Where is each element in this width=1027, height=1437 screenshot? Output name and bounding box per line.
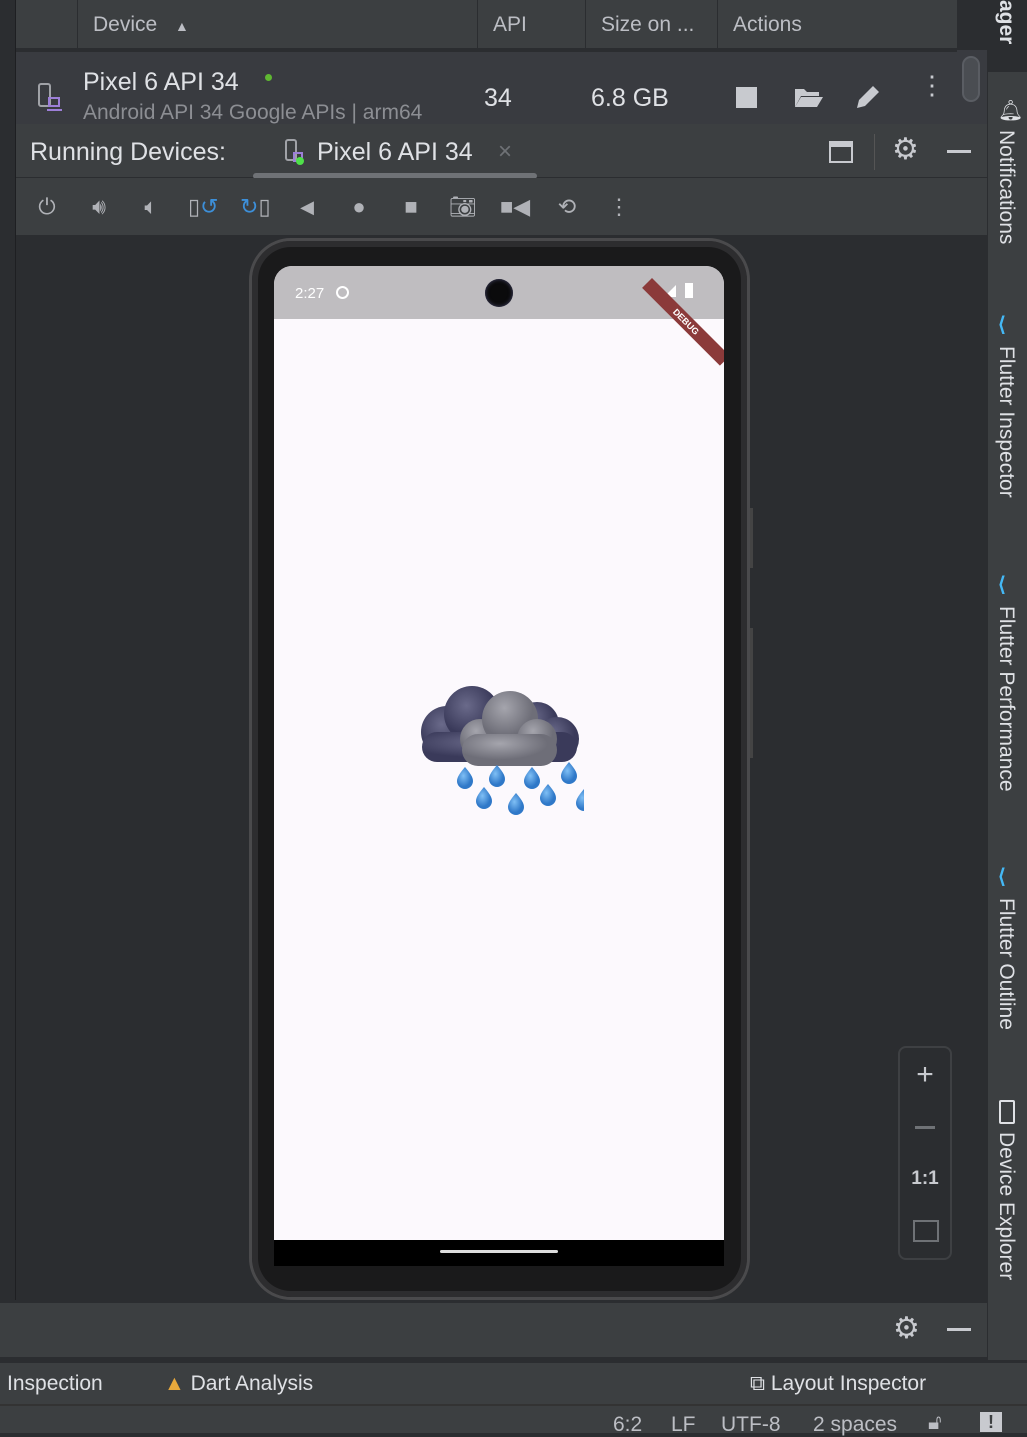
zoom-in-button[interactable]: + — [900, 1058, 950, 1092]
flutter-performance-tab[interactable]: Flutter Performance — [994, 606, 1018, 792]
line-separator[interactable]: LF — [671, 1413, 696, 1437]
phone-device-icon — [285, 139, 304, 165]
minimize-icon[interactable] — [947, 1328, 971, 1331]
home-icon[interactable]: ● — [344, 192, 374, 222]
left-strip — [0, 0, 16, 1300]
close-tab-icon[interactable]: × — [498, 138, 512, 166]
screenshot-icon[interactable]: 📷︎ — [448, 192, 478, 222]
snapshot-icon[interactable]: ⟲ — [552, 192, 582, 222]
file-encoding[interactable]: UTF-8 — [721, 1413, 781, 1437]
cursor-position[interactable]: 6:2 — [613, 1413, 642, 1437]
rotate-left-icon[interactable]: ▯↺ — [188, 192, 219, 222]
stop-icon[interactable] — [736, 87, 757, 108]
screen-record-icon[interactable]: ■◀ — [500, 192, 530, 222]
device-name: Pixel 6 API 34 — [83, 68, 239, 96]
running-devices-header: Running Devices: Pixel 6 API 34 × ⚙ — [16, 124, 987, 179]
more-icon[interactable]: ⋮ — [604, 192, 634, 222]
column-actions[interactable]: Actions — [717, 0, 957, 48]
volume-down-icon[interactable]: 🔈︎ — [136, 192, 166, 222]
dart-analysis-tab[interactable]: ▲ Dart Analysis — [164, 1372, 313, 1396]
device-tab[interactable]: Pixel 6 API 34 × — [253, 124, 541, 179]
flutter-inspector-tab[interactable]: Flutter Inspector — [994, 346, 1018, 498]
power-button — [750, 508, 753, 568]
device-tab-label: Pixel 6 API 34 — [317, 138, 473, 166]
device-size: 6.8 GB — [591, 84, 669, 112]
lock-icon[interactable]: 🔓︎ — [928, 1411, 942, 1435]
scrollbar-thumb[interactable] — [962, 56, 980, 102]
phone-device-icon — [38, 83, 62, 111]
tool-window-bar: Inspection ▲ Dart Analysis ⧉ Layout Insp… — [0, 1360, 1027, 1404]
device-table-header: Device ▲ API Size on ... Actions — [16, 0, 957, 50]
zoom-out-button[interactable] — [915, 1126, 935, 1129]
window-layout-icon[interactable] — [829, 141, 853, 163]
device-subtitle: Android API 34 Google APIs | arm64 — [83, 101, 423, 124]
more-icon[interactable]: ⋮ — [919, 72, 945, 98]
android-status-bar: 2:27 ▼ DEBUG — [274, 266, 724, 366]
power-icon[interactable]: ⏻ — [32, 192, 62, 222]
volume-button — [750, 628, 753, 758]
flutter-icon: ⟨ — [998, 574, 1006, 596]
minimize-icon[interactable] — [947, 150, 971, 153]
layout-inspector-icon: ⧉ — [750, 1372, 765, 1395]
overview-icon[interactable]: ■ — [396, 192, 426, 222]
device-explorer-icon — [999, 1100, 1015, 1124]
device-api: 34 — [484, 84, 512, 112]
debug-banner: DEBUG — [642, 278, 724, 366]
column-size[interactable]: Size on ... — [585, 0, 717, 48]
indent-setting[interactable]: 2 spaces — [813, 1413, 897, 1437]
clock: 2:27 — [295, 285, 325, 302]
bottom-panel-header: ⚙ — [0, 1302, 987, 1357]
device-explorer-tab[interactable]: Device Explorer — [994, 1132, 1018, 1280]
flutter-icon: ⟨ — [998, 314, 1006, 336]
folder-open-icon[interactable] — [794, 86, 824, 108]
device-row[interactable]: Pixel 6 API 34 Android API 34 Google API… — [16, 52, 957, 124]
flutter-outline-tab[interactable]: Flutter Outline — [994, 898, 1018, 1030]
divider — [874, 134, 875, 170]
emulator-toolbar: ⏻ 🔊︎ 🔈︎ ▯↺ ↻▯ ◀ ● ■ 📷︎ ■◀ ⟲ ⋮ — [16, 178, 987, 236]
right-tool-strip: ager 🔔︎ Notifications ⟨ Flutter Inspecto… — [987, 0, 1027, 1360]
back-icon[interactable]: ◀ — [292, 192, 322, 222]
column-api[interactable]: API — [477, 0, 585, 48]
emulator-screen[interactable]: 2:27 ▼ DEBUG — [274, 266, 724, 1266]
device-manager-tab[interactable]: ager — [988, 0, 1027, 72]
inspection-tab[interactable]: Inspection — [0, 1372, 103, 1396]
rain-cloud-image — [421, 686, 584, 815]
gear-icon[interactable]: ⚙ — [892, 132, 919, 167]
dart-analysis-icon: ▲ — [164, 1372, 185, 1395]
bell-icon: 🔔︎ — [998, 100, 1024, 122]
actual-size-button[interactable]: 1:1 — [900, 1168, 950, 1190]
volume-up-icon[interactable]: 🔊︎ — [84, 192, 114, 222]
battery-icon — [685, 283, 693, 298]
fit-screen-button[interactable] — [913, 1220, 939, 1242]
notification-icon — [336, 286, 349, 299]
flutter-icon: ⟨ — [998, 866, 1006, 888]
gesture-handle[interactable] — [440, 1250, 558, 1253]
edit-icon[interactable] — [854, 82, 882, 110]
notifications-tab[interactable]: Notifications — [994, 130, 1018, 244]
online-status-dot — [265, 74, 272, 81]
zoom-controls: + 1:1 — [898, 1046, 952, 1260]
problems-icon[interactable]: ! — [980, 1412, 1002, 1432]
status-bar: 6:2 LF UTF-8 2 spaces 🔓︎ ! — [0, 1404, 1027, 1436]
camera-cutout — [485, 279, 513, 307]
gear-icon[interactable]: ⚙ — [893, 1311, 920, 1346]
rotate-right-icon[interactable]: ↻▯ — [240, 192, 271, 222]
android-nav-bar — [274, 1240, 724, 1266]
running-devices-title: Running Devices: — [30, 138, 226, 166]
layout-inspector-tab[interactable]: ⧉ Layout Inspector — [750, 1372, 926, 1396]
column-device[interactable]: Device ▲ — [77, 0, 478, 48]
sort-ascending-icon: ▲ — [175, 18, 189, 34]
